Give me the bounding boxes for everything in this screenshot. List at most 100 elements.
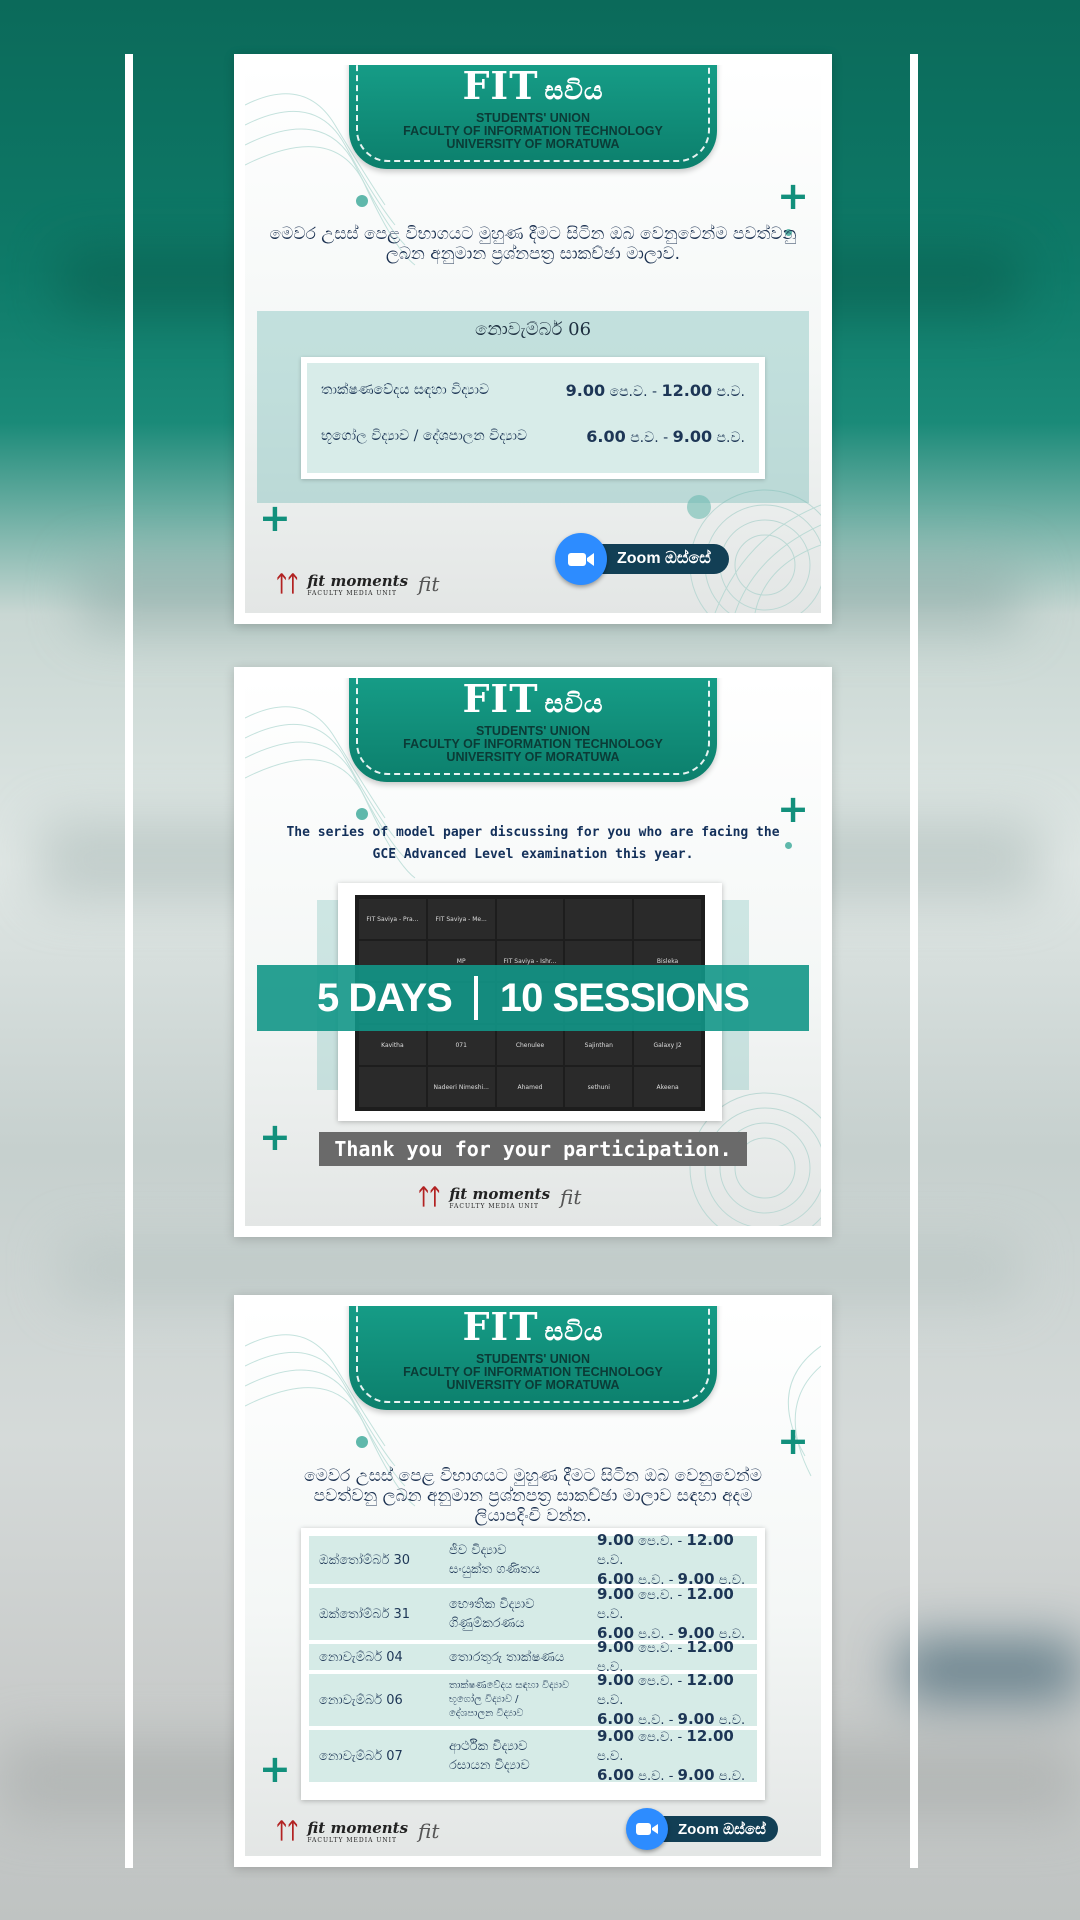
participant-tile: Akeena (634, 1067, 701, 1107)
schedule-box: තාක්ෂණවේදය සඳහා විද්‍යාව 9.00 පෙ.ව. - 12… (301, 357, 765, 479)
participant-tile: sethuni (565, 1067, 633, 1107)
participant-tile (565, 899, 633, 939)
header-line-1: STUDENTS' UNION (475, 724, 591, 738)
participant-tile (496, 899, 564, 939)
schedule-row: භූගෝල විද්‍යාව / දේශපාලන විද්‍යාව 6.00 ප… (321, 423, 745, 449)
sponsor-logos: ᛏᛏ fit moments FACULTY MEDIA UNIT fit (275, 571, 439, 597)
plus-icon: + (777, 174, 809, 218)
schedule-subjects: භෞතික විද්‍යාව ගිණුම්කරණය (449, 1595, 597, 1633)
header-line-2: FACULTY OF INFORMATION TECHNOLOGY (403, 124, 663, 138)
schedule-date: නොවැම්බර් 06 (474, 319, 592, 340)
header-line-2: FACULTY OF INFORMATION TECHNOLOGY (403, 737, 663, 751)
schedule-time: 6.00 ප.ව. - 9.00 ප.ව. (597, 1765, 746, 1784)
fit-moments-logo: fit moments FACULTY MEDIA UNIT (307, 1818, 409, 1844)
participant-tile: 071 (427, 1025, 495, 1065)
fit-research-logo: fit (418, 572, 440, 596)
schedule-date: නොවැම්බර් 07 (319, 1748, 403, 1764)
schedule-subject: ආර්ථික විද්‍යාව (449, 1739, 528, 1754)
schedule-times: 9.00 පෙ.ව. - 12.00 ප.ව. 6.00 ප.ව. - 9.00 … (597, 1585, 757, 1644)
brand-fit: FIT (462, 678, 539, 721)
schedule-row: නොවැම්බර් 04 තොරතුරු තාක්ෂණය 9.00 පෙ.ව. - … (309, 1638, 757, 1675)
schedule-subjects: ජීව විද්‍යාව සංයුක්ත ගණිතය (449, 1541, 597, 1579)
zoom-label: Zoom ඔස්සේ (678, 1820, 766, 1838)
schedule-times: 9.00 පෙ.ව. - 12.00 ප.ව. 6.00 ප.ව. - 9.00 … (597, 1727, 757, 1786)
banner-days: 5 DAYS (317, 975, 453, 1020)
zoom-camera-icon (626, 1808, 668, 1850)
poster-header: FIT සවිය STUDENTS' UNION FACULTY OF INFOR… (349, 678, 717, 782)
poster-caption: The series of model paper discussing for… (265, 822, 801, 866)
participant-tile (634, 899, 701, 939)
poster-2: FIT සවිය STUDENTS' UNION FACULTY OF INFOR… (245, 678, 821, 1226)
caption-line-1: The series of model paper discussing for… (286, 825, 780, 840)
schedule-subject: භූගෝල විද්‍යාව / දේශපාලන විද්‍යාව (321, 428, 528, 444)
dot-decoration (356, 1436, 368, 1448)
plus-icon: + (259, 1747, 291, 1791)
poster-1: FIT සවිය STUDENTS' UNION FACULTY OF INFOR… (245, 65, 821, 613)
brand-saviya: සවිය (544, 76, 604, 106)
schedule-inner: තාක්ෂණවේදය සඳහා විද්‍යාව 9.00 පෙ.ව. - 12… (307, 363, 759, 473)
schedule-time: 9.00 පෙ.ව. - 12.00 ප.ව. (597, 1530, 734, 1568)
plus-icon: + (259, 496, 291, 540)
fit-logo: ᛏᛏ (275, 571, 299, 597)
fit-moments-logo: fit moments FACULTY MEDIA UNIT (307, 571, 409, 597)
schedule-subject: ගිණුම්කරණය (449, 1616, 525, 1631)
header-line-1: STUDENTS' UNION (475, 1352, 591, 1366)
zoom-camera-icon (555, 533, 607, 585)
schedule-subject: භූගෝල විද්‍යාව / (449, 1694, 519, 1705)
brand-saviya: සවිය (544, 689, 604, 719)
left-border-line (125, 54, 133, 1868)
participant-tile: FIT Saviya - Me... (427, 899, 495, 939)
poster-intro-text: මෙවර උසස් පෙළ විභාගයට මුහුණ දීමට සිටින ඔ… (269, 224, 797, 264)
poster-card-3[interactable]: FIT සවිය STUDENTS' UNION FACULTY OF INFOR… (234, 1295, 832, 1867)
participant-tile: Ahamed (496, 1067, 564, 1107)
dot-decoration (356, 808, 368, 820)
schedule-subjects: ආර්ථික විද්‍යාව රසායන විද්‍යාව (449, 1737, 597, 1775)
header-line-1: STUDENTS' UNION (475, 111, 591, 125)
schedule-time: 9.00 පෙ.ව. - 12.00 ප.ව. (597, 1726, 734, 1764)
schedule-row: තාක්ෂණවේදය සඳහා විද්‍යාව 9.00 පෙ.ව. - 12… (321, 377, 745, 403)
schedule-subject: තොරතුරු තාක්ෂණය (449, 1649, 565, 1665)
zoom-badge: Zoom ඔස්සේ (555, 533, 729, 585)
participant-tile: Chenulee (496, 1025, 564, 1065)
participant-tile: Sajinthan (565, 1025, 633, 1065)
brand-fit: FIT (462, 65, 539, 108)
schedule-date: නොවැම්බර් 06 (319, 1692, 403, 1708)
participant-tile: FIT Saviya - Pra... (359, 899, 426, 939)
schedule-subject: සංයුක්ත ගණිතය (449, 1562, 541, 1577)
schedule-subjects: තොරතුරු තාක්ෂණය (449, 1648, 597, 1667)
caption-line-2: GCE Advanced Level examination this year… (372, 847, 694, 862)
fit-logo: ᛏᛏ (417, 1184, 441, 1210)
schedule-subject: දේශපාලන විද්‍යාව (449, 1708, 524, 1719)
schedule-subject: රසායන විද්‍යාව (449, 1758, 530, 1773)
schedule-time: 9.00 පෙ.ව. - 12.00 ප.ව. (597, 1584, 734, 1622)
schedule-times: 9.00 පෙ.ව. - 12.00 ප.ව. 6.00 ප.ව. - 9.00 … (597, 1531, 757, 1590)
poster-3: FIT සවිය STUDENTS' UNION FACULTY OF INFOR… (245, 1306, 821, 1856)
schedule-table: ඔක්තෝම්බර් 30 ජීව විද්‍යාව සංයුක්ත ගණිතය 9.… (301, 1528, 765, 1800)
header-line-3: UNIVERSITY OF MORATUWA (446, 137, 620, 151)
fit-research-logo: fit (560, 1185, 582, 1209)
zoom-badge: Zoom ඔස්සේ (626, 1808, 778, 1850)
poster-intro-text: මෙවර උසස් පෙළ විභාගයට මුහුණ දීමට සිටින ඔ… (304, 1466, 762, 1526)
schedule-row: ඔක්තෝම්බර් 30 ජීව විද්‍යාව සංයුක්ත ගණිතය 9.… (309, 1531, 757, 1588)
schedule-subject: ජීව විද්‍යාව (449, 1543, 507, 1558)
schedule-times: 9.00 පෙ.ව. - 12.00 ප.ව. 6.00 ප.ව. - 9.00 … (597, 1671, 757, 1730)
fit-moments-logo: fit moments FACULTY MEDIA UNIT (449, 1184, 551, 1210)
poster-card-1[interactable]: FIT සවිය STUDENTS' UNION FACULTY OF INFOR… (234, 54, 832, 624)
schedule-date: නොවැම්බර් 04 (319, 1649, 403, 1665)
schedule-row: නොවැම්බර් 07 ආර්ථික විද්‍යාව රසායන විද්‍යා… (309, 1727, 757, 1784)
participant-tile: Galaxy J2 (634, 1025, 701, 1065)
plus-icon: + (777, 1419, 809, 1463)
schedule-subject: භෞතික විද්‍යාව (449, 1597, 535, 1612)
sessions-banner: 5 DAYS 10 SESSIONS (257, 965, 809, 1031)
plus-icon: + (259, 1115, 291, 1159)
schedule-time: 6.00 ප.ව. - 9.00 ප.ව. (586, 426, 745, 446)
schedule-time: 9.00 පෙ.ව. - 12.00 ප.ව. (597, 1670, 734, 1708)
sponsor-logos: ᛏᛏ fit moments FACULTY MEDIA UNIT fit (417, 1184, 581, 1210)
poster-card-2[interactable]: FIT සවිය STUDENTS' UNION FACULTY OF INFOR… (234, 667, 832, 1237)
schedule-subject: තාක්ෂණවේදය සඳහා විද්‍යාව (449, 1680, 570, 1691)
thanks-banner: Thank you for your participation. (319, 1132, 747, 1166)
banner-separator (473, 976, 478, 1020)
fit-research-logo: fit (418, 1819, 440, 1843)
schedule-time: 9.00 පෙ.ව. - 12.00 ප.ව. (565, 380, 745, 400)
header-line-3: UNIVERSITY OF MORATUWA (446, 750, 620, 764)
